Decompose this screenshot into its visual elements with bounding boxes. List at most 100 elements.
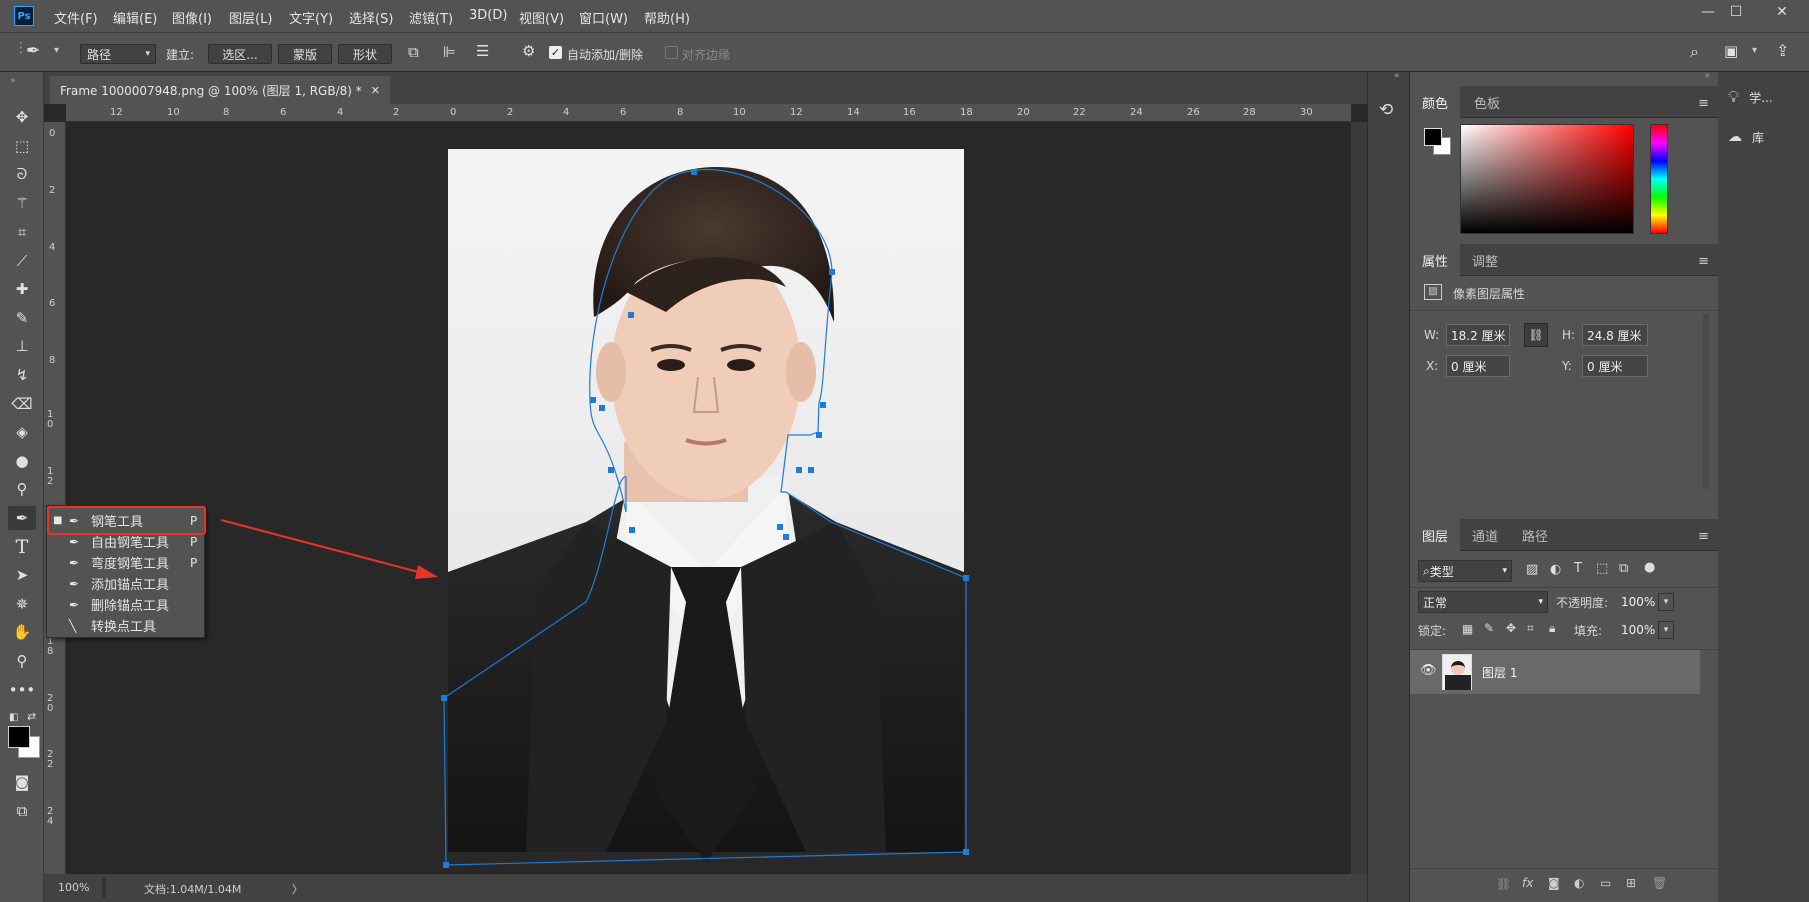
visibility-eye-icon[interactable]: 👁︎ <box>1420 663 1437 678</box>
zoom-tool-icon[interactable]: ⚲ <box>8 649 36 673</box>
screen-mode-icon[interactable]: ⧉ <box>8 799 36 823</box>
filter-adjustment-icon[interactable]: ◐ <box>1550 562 1561 577</box>
mode-select[interactable]: 路径 ▾ <box>80 44 156 64</box>
tab-adjustments[interactable]: 调整 <box>1460 244 1510 276</box>
share-icon[interactable]: ⇪ <box>1776 41 1789 60</box>
panel-menu-icon[interactable]: ≡ <box>1698 529 1709 544</box>
history-brush-tool-icon[interactable]: ↯ <box>8 363 36 387</box>
filter-pixel-icon[interactable]: ▨ <box>1526 562 1538 577</box>
document-canvas[interactable] <box>66 122 1351 874</box>
blur-tool-icon[interactable]: ● <box>8 449 36 473</box>
menu-3d[interactable]: 3D(D) <box>469 8 507 23</box>
zoom-level[interactable]: 100% <box>58 881 89 894</box>
tab-color[interactable]: 颜色 <box>1410 86 1461 118</box>
eyedropper-tool-icon[interactable]: ⟋ <box>8 249 36 273</box>
trash-icon[interactable]: 🗑︎ <box>1652 876 1667 890</box>
learn-panel-button[interactable]: 💡︎ 学... <box>1724 80 1804 114</box>
tab-paths[interactable]: 路径 <box>1510 519 1560 551</box>
adjustment-layer-icon[interactable]: ◐ <box>1574 876 1584 890</box>
flyout-item-delete-anchor[interactable]: ✒ 删除锚点工具 <box>47 594 206 615</box>
marquee-tool-icon[interactable]: ⬚ <box>8 134 36 158</box>
width-field[interactable]: 18.2 厘米 <box>1446 324 1510 346</box>
properties-scrollbar[interactable] <box>1703 314 1709 489</box>
path-arrangement-icon[interactable]: ☰ <box>476 42 489 60</box>
chevron-down-icon[interactable]: ▾ <box>1658 621 1674 639</box>
healing-brush-tool-icon[interactable]: ✚ <box>8 277 36 301</box>
magic-wand-tool-icon[interactable]: ⚚ <box>8 191 36 215</box>
pen-tool-icon[interactable]: ✒ <box>8 506 36 530</box>
menu-type[interactable]: 文字(Y) <box>289 8 333 27</box>
filter-type-icon[interactable]: T <box>1574 561 1582 576</box>
quick-mask-icon[interactable]: ◙ <box>8 770 36 794</box>
filter-smart-object-icon[interactable]: ⧉ <box>1619 561 1628 576</box>
menu-layer[interactable]: 图层(L) <box>229 8 272 27</box>
lock-pixels-icon[interactable]: ✎ <box>1484 621 1494 635</box>
menu-select[interactable]: 选择(S) <box>349 8 393 27</box>
gear-icon[interactable]: ⚙ <box>522 42 535 60</box>
flyout-item-freeform-pen[interactable]: ✒ 自由钢笔工具 P <box>47 531 206 552</box>
panel-menu-icon[interactable]: ≡ <box>1698 96 1709 111</box>
collapse-arrows-icon[interactable]: » <box>1704 71 1710 81</box>
maximize-button[interactable]: ☐ <box>1716 0 1756 24</box>
color-field[interactable] <box>1460 124 1634 234</box>
flyout-item-convert-point[interactable]: ╲ 转换点工具 <box>47 615 206 636</box>
foreground-color-swatch[interactable] <box>1424 128 1442 146</box>
workspace-icon[interactable]: ▣ <box>1724 42 1738 60</box>
history-panel-icon[interactable]: ⟲ <box>1379 100 1393 120</box>
brush-tool-icon[interactable]: ✎ <box>8 306 36 330</box>
make-mask-button[interactable]: 蒙版 <box>278 44 332 64</box>
make-shape-button[interactable]: 形状 <box>338 44 392 64</box>
foreground-color-swatch[interactable] <box>8 726 30 748</box>
canvas-area[interactable] <box>66 122 1351 874</box>
tab-properties[interactable]: 属性 <box>1410 244 1461 276</box>
layer-row[interactable]: 👁︎ 图层 1 <box>1410 650 1700 694</box>
filter-toggle-icon[interactable]: ● <box>1644 560 1655 575</box>
height-field[interactable]: 24.8 厘米 <box>1582 324 1648 346</box>
tab-layers[interactable]: 图层 <box>1410 519 1461 551</box>
chevron-down-icon[interactable]: ▾ <box>1752 45 1757 56</box>
path-operations-icon[interactable]: ⧉ <box>408 43 419 61</box>
flyout-item-curvature-pen[interactable]: ✒ 弯度钢笔工具 P <box>47 552 206 573</box>
link-icon[interactable]: ⛓ <box>1524 323 1548 347</box>
paint-bucket-tool-icon[interactable]: ◈ <box>8 420 36 444</box>
custom-shape-tool-icon[interactable]: ✵ <box>8 592 36 616</box>
make-selection-button[interactable]: 选区... <box>208 44 272 64</box>
add-mask-icon[interactable]: ◙ <box>1548 876 1560 890</box>
fill-field[interactable]: 100% <box>1617 619 1657 641</box>
layer-filter-select[interactable]: ⌕ 类型 ▾ <box>1418 560 1512 582</box>
menu-filter[interactable]: 滤镜(T) <box>409 8 453 27</box>
status-menu-arrow[interactable]: 〉 <box>292 881 303 897</box>
panel-menu-icon[interactable]: ≡ <box>1698 254 1709 269</box>
lock-all-icon[interactable]: 🔒︎ <box>1549 621 1555 636</box>
new-group-icon[interactable]: ▭ <box>1600 876 1611 890</box>
align-edges-checkbox[interactable] <box>665 46 678 59</box>
tab-swatches[interactable]: 色板 <box>1462 86 1512 118</box>
menu-image[interactable]: 图像(I) <box>172 8 212 27</box>
crop-tool-icon[interactable]: ⌗ <box>8 220 36 244</box>
default-colors-icon[interactable]: ◧ <box>9 712 18 723</box>
hue-slider[interactable] <box>1650 124 1668 234</box>
auto-add-delete-checkbox[interactable]: ✓ <box>549 46 562 59</box>
pen-tool-preset-icon[interactable]: ✒ <box>26 41 40 61</box>
lasso-tool-icon[interactable]: ᘐ <box>8 162 36 186</box>
menu-window[interactable]: 窗口(W) <box>579 8 628 27</box>
link-layers-icon[interactable]: ⛓ <box>1496 877 1511 891</box>
hand-tool-icon[interactable]: ✋ <box>8 620 36 644</box>
menu-view[interactable]: 视图(V) <box>519 8 564 27</box>
new-layer-icon[interactable]: ⊞ <box>1626 876 1636 890</box>
blend-mode-select[interactable]: 正常 ▾ <box>1418 591 1548 613</box>
tab-channels[interactable]: 通道 <box>1460 519 1510 551</box>
path-selection-tool-icon[interactable]: ➤ <box>8 563 36 587</box>
eraser-tool-icon[interactable]: ⌫ <box>8 392 36 416</box>
collapse-arrows-icon[interactable]: » <box>10 76 16 86</box>
x-field[interactable]: 0 厘米 <box>1446 355 1510 377</box>
vertical-scrollbar[interactable] <box>1351 122 1367 874</box>
lock-transparency-icon[interactable]: ▦ <box>1462 622 1473 636</box>
menu-file[interactable]: 文件(F) <box>54 8 98 27</box>
menu-edit[interactable]: 编辑(E) <box>113 8 157 27</box>
lock-artboard-icon[interactable]: ⌗ <box>1527 621 1534 636</box>
search-icon[interactable]: ⌕ <box>1690 42 1699 62</box>
type-tool-icon[interactable]: T <box>8 535 36 559</box>
filter-shape-icon[interactable]: ⬚ <box>1596 561 1608 576</box>
dodge-tool-icon[interactable]: ⚲ <box>8 477 36 501</box>
